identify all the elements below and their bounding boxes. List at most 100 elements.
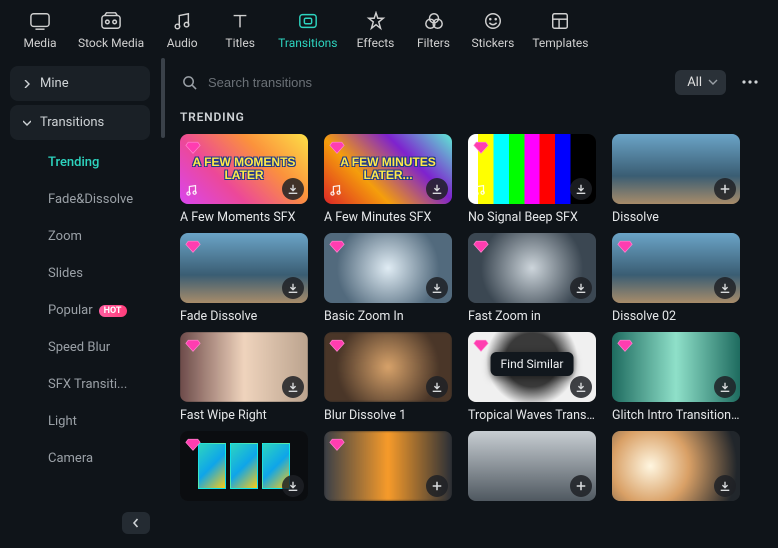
- transition-title: Fast Zoom in: [468, 309, 596, 324]
- transition-thumbnail[interactable]: [612, 233, 740, 303]
- add-button[interactable]: [426, 475, 448, 497]
- premium-diamond-icon: [616, 237, 634, 255]
- download-button[interactable]: [282, 178, 304, 200]
- plus-icon: [431, 480, 443, 492]
- add-button[interactable]: [570, 475, 592, 497]
- sidebar-item-slides[interactable]: Slides: [40, 255, 150, 292]
- sidebar-item-label: Camera: [48, 451, 93, 466]
- tab-label: Filters: [417, 36, 450, 50]
- download-button[interactable]: [714, 475, 736, 497]
- transition-thumbnail[interactable]: [324, 431, 452, 501]
- transition-title: No Signal Beep SFX: [468, 210, 596, 225]
- download-button[interactable]: [714, 277, 736, 299]
- transition-title: Tropical Waves Transiti...: [468, 408, 596, 423]
- search-input[interactable]: [208, 75, 665, 90]
- download-icon: [431, 183, 443, 195]
- transition-title: A Few Minutes SFX: [324, 210, 452, 225]
- filter-label: All: [687, 75, 702, 90]
- sidebar-item-trending[interactable]: Trending: [40, 144, 150, 181]
- download-icon: [287, 282, 299, 294]
- transition-thumbnail[interactable]: [468, 134, 596, 204]
- add-button[interactable]: [714, 178, 736, 200]
- tab-stock-media[interactable]: Stock Media: [78, 10, 144, 50]
- transition-thumbnail[interactable]: [612, 431, 740, 501]
- transition-thumbnail[interactable]: [612, 332, 740, 402]
- download-icon: [287, 480, 299, 492]
- sidebar-item-camera[interactable]: Camera: [40, 440, 150, 477]
- download-icon: [431, 282, 443, 294]
- tab-label: Transitions: [278, 36, 337, 50]
- sidebar-group-mine[interactable]: Mine: [10, 66, 150, 101]
- transition-card: Basic Zoom In: [324, 233, 452, 324]
- download-button[interactable]: [426, 376, 448, 398]
- sidebar-item-sfx-transiti-[interactable]: SFX Transiti...: [40, 366, 150, 403]
- transition-thumbnail[interactable]: [468, 233, 596, 303]
- download-button[interactable]: [282, 475, 304, 497]
- transition-card: Dissolve: [612, 134, 740, 225]
- filters-icon: [423, 10, 445, 32]
- transition-title: Dissolve 02: [612, 309, 740, 324]
- download-button[interactable]: [282, 277, 304, 299]
- download-button[interactable]: [426, 277, 448, 299]
- stickers-icon: [482, 10, 504, 32]
- tab-effects[interactable]: Effects: [356, 10, 396, 50]
- premium-diamond-icon: [184, 435, 202, 453]
- premium-diamond-icon: [184, 138, 202, 156]
- tab-label: Effects: [357, 36, 395, 50]
- transition-thumbnail[interactable]: [180, 332, 308, 402]
- transition-thumbnail[interactable]: [180, 233, 308, 303]
- sidebar-item-label: Fade&Dissolve: [48, 192, 133, 207]
- transition-thumbnail[interactable]: [324, 233, 452, 303]
- premium-diamond-icon: [472, 237, 490, 255]
- premium-diamond-icon: [328, 435, 346, 453]
- sidebar-group-transitions[interactable]: Transitions: [10, 105, 150, 140]
- tab-audio[interactable]: Audio: [162, 10, 202, 50]
- transition-thumbnail[interactable]: Find Similar: [468, 332, 596, 402]
- transition-card: Fade Dissolve: [180, 233, 308, 324]
- download-button[interactable]: [426, 178, 448, 200]
- premium-diamond-icon: [616, 336, 634, 354]
- download-icon: [287, 183, 299, 195]
- download-button[interactable]: [714, 376, 736, 398]
- transition-thumbnail[interactable]: [180, 431, 308, 501]
- transition-thumbnail[interactable]: [468, 431, 596, 501]
- transition-thumbnail[interactable]: A FEW MINUTES LATER...: [324, 134, 452, 204]
- tab-titles[interactable]: Titles: [220, 10, 260, 50]
- tab-media[interactable]: Media: [20, 10, 60, 50]
- download-button[interactable]: [570, 277, 592, 299]
- sidebar-item-speed-blur[interactable]: Speed Blur: [40, 329, 150, 366]
- transition-title: Basic Zoom In: [324, 309, 452, 324]
- sidebar-item-popular[interactable]: PopularHOT: [40, 292, 150, 329]
- sfx-music-icon: [329, 183, 345, 199]
- sidebar-scrollbar[interactable]: [160, 58, 166, 546]
- chevron-right-icon: [22, 80, 32, 88]
- transition-thumbnail[interactable]: A FEW MOMENTS LATER: [180, 134, 308, 204]
- transition-thumbnail[interactable]: [324, 332, 452, 402]
- transition-thumbnail[interactable]: [612, 134, 740, 204]
- sidebar-item-fade-dissolve[interactable]: Fade&Dissolve: [40, 181, 150, 218]
- download-button[interactable]: [570, 376, 592, 398]
- sidebar-item-label: Slides: [48, 266, 83, 281]
- chevron-down-icon: [708, 77, 718, 87]
- sfx-music-icon: [185, 183, 201, 199]
- premium-diamond-icon: [328, 336, 346, 354]
- stock-media-icon: [100, 10, 122, 32]
- plus-icon: [575, 480, 587, 492]
- transition-card: A FEW MOMENTS LATERA Few Moments SFX: [180, 134, 308, 225]
- more-options-button[interactable]: [736, 68, 764, 96]
- tab-label: Titles: [225, 36, 254, 50]
- download-button[interactable]: [570, 178, 592, 200]
- media-icon: [29, 10, 51, 32]
- sidebar-item-zoom[interactable]: Zoom: [40, 218, 150, 255]
- transition-title: Dissolve: [612, 210, 740, 225]
- filter-dropdown[interactable]: All: [675, 70, 726, 95]
- transition-card: No Signal Beep SFX: [468, 134, 596, 225]
- tab-transitions[interactable]: Transitions: [278, 10, 337, 50]
- download-button[interactable]: [282, 376, 304, 398]
- download-icon: [575, 183, 587, 195]
- sidebar-collapse-button[interactable]: [122, 512, 150, 534]
- tab-filters[interactable]: Filters: [414, 10, 454, 50]
- tab-stickers[interactable]: Stickers: [472, 10, 515, 50]
- tab-templates[interactable]: Templates: [532, 10, 588, 50]
- sidebar-item-light[interactable]: Light: [40, 403, 150, 440]
